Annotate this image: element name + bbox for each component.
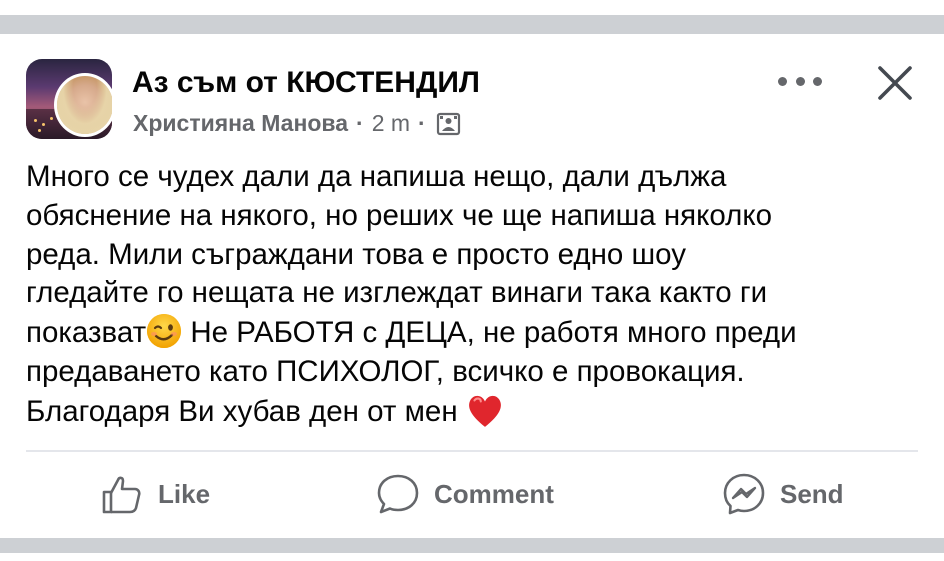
post-line: Много се чудех дали да напиша нещо, дали… [26, 160, 727, 193]
comment-button[interactable]: Comment [376, 470, 554, 518]
feed-separator-top [0, 0, 944, 34]
send-button[interactable]: Send [722, 470, 844, 518]
post-line: обяснение на някого, но реших че ще напи… [26, 198, 773, 232]
post-line: реда. Мили съграждани това е просто едно… [26, 237, 687, 271]
messenger-icon [723, 473, 765, 515]
author-name[interactable]: Християна Манова [133, 110, 348, 137]
post-body: Много се чудех дали да напиша нещо, дали… [26, 158, 926, 432]
author-avatar[interactable] [54, 73, 112, 137]
group-avatar[interactable] [26, 59, 112, 139]
comment-icon [377, 474, 419, 514]
close-icon[interactable] [876, 64, 914, 102]
like-label: Like [158, 478, 211, 509]
comment-label: Comment [434, 478, 554, 509]
post-line: гледайте го нещата не изглеждат винаги т… [26, 276, 768, 310]
divider [26, 450, 918, 452]
more-options-icon[interactable] [778, 66, 822, 96]
group-name[interactable]: Аз съм от КЮСТЕНДИЛ [132, 66, 480, 100]
meta-separator: · [356, 110, 364, 136]
winking-face-icon [147, 314, 182, 349]
meta-separator: · [418, 110, 426, 136]
post-line: показват Не РАБОТЯ с ДЕЦА, не работя мно… [26, 313, 926, 353]
like-button[interactable]: Like [100, 470, 210, 518]
like-icon [102, 476, 141, 514]
post-time[interactable]: 2 m [372, 110, 410, 137]
post-meta: Християна Манова · 2 m · [133, 110, 461, 137]
post-line: Благодаря Ви хубав ден от мен [26, 392, 926, 432]
privacy-icon [436, 112, 460, 135]
send-label: Send [780, 478, 844, 509]
red-heart-icon [468, 395, 501, 427]
post-line: предаването като ПСИХОЛОГ, всичко е пров… [26, 354, 745, 388]
feed-separator-bottom [0, 538, 944, 561]
